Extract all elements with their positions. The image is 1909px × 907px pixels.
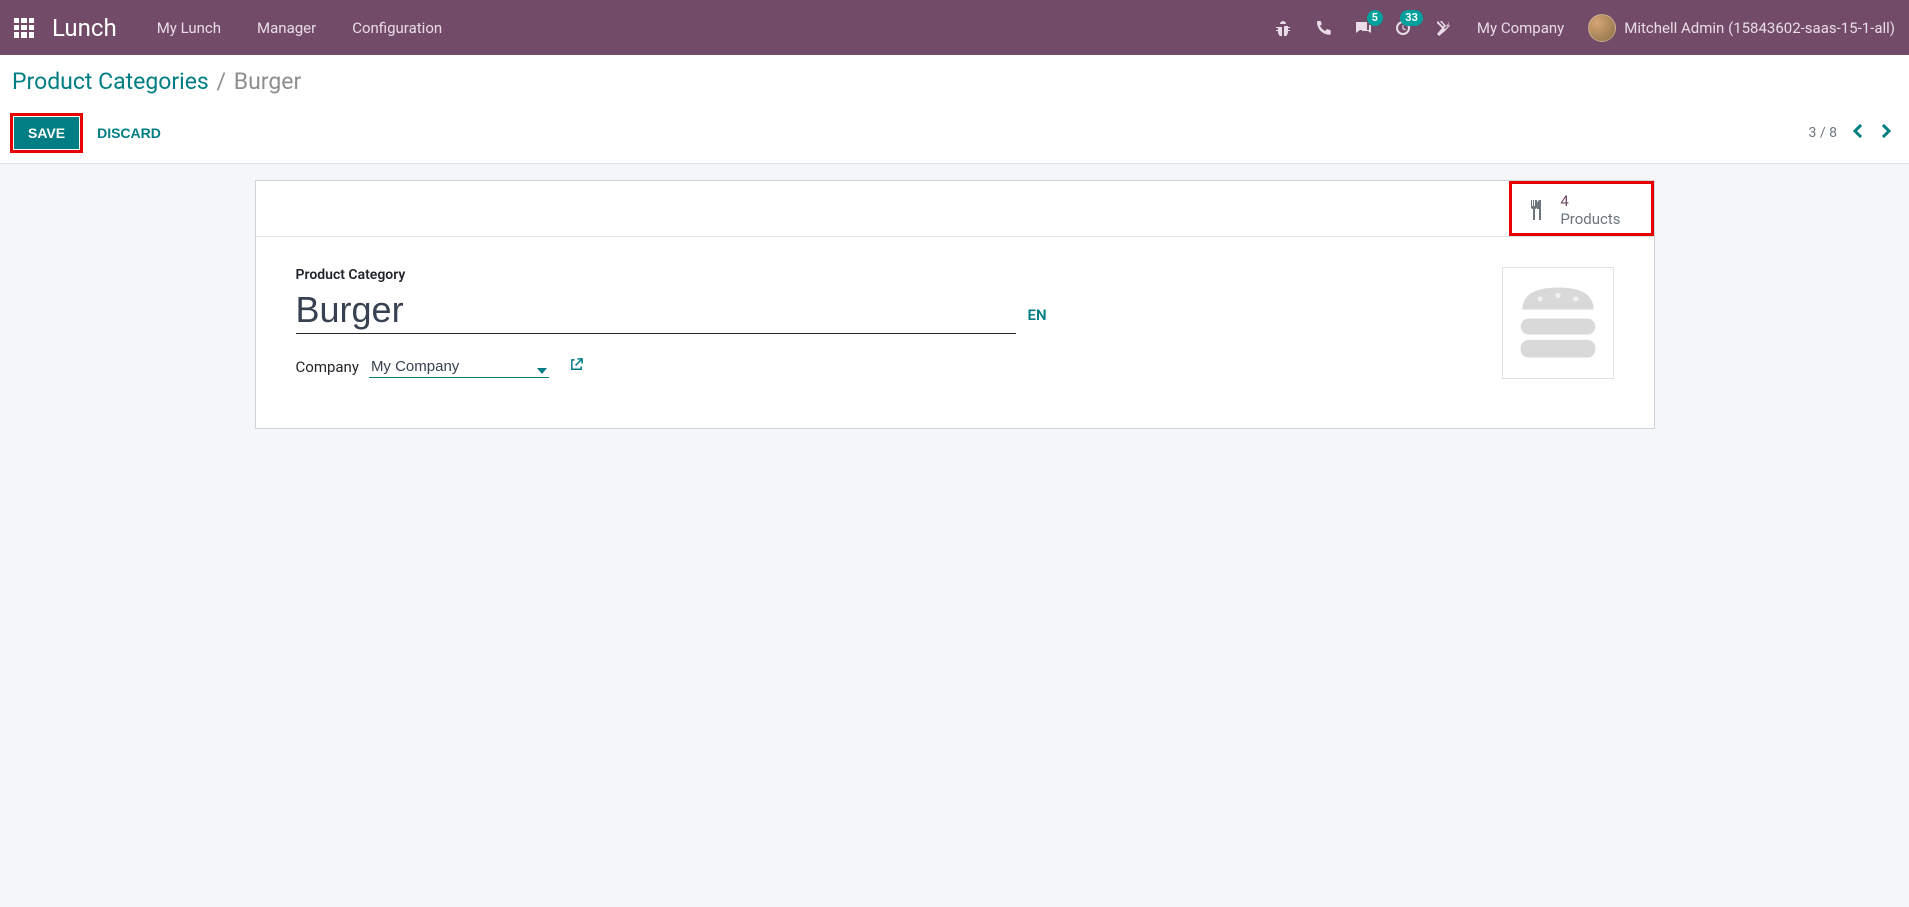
save-button[interactable]: SAVE	[14, 117, 79, 149]
button-box: 4 Products	[256, 181, 1654, 237]
phone-icon[interactable]	[1313, 18, 1333, 38]
pager-prev[interactable]	[1851, 124, 1865, 142]
app-brand[interactable]: Lunch	[52, 14, 117, 42]
control-panel: Product Categories / Burger SAVE DISCARD…	[0, 55, 1909, 164]
stat-label: Products	[1560, 210, 1620, 228]
pager-text: 3 / 8	[1809, 125, 1837, 141]
company-switcher[interactable]: My Company	[1477, 19, 1564, 37]
breadcrumb-current: Burger	[234, 68, 302, 95]
nav-my-lunch[interactable]: My Lunch	[157, 19, 221, 37]
company-input[interactable]	[369, 356, 549, 378]
activities-badge: 33	[1400, 10, 1423, 26]
avatar	[1588, 14, 1616, 42]
top-nav: Lunch My Lunch Manager Configuration 5 3…	[0, 0, 1909, 55]
breadcrumb-sep: /	[217, 68, 227, 95]
pager: 3 / 8	[1809, 124, 1893, 142]
discard-button[interactable]: DISCARD	[83, 117, 175, 149]
nav-menu: My Lunch Manager Configuration	[157, 19, 442, 37]
systray: 5 33	[1273, 18, 1453, 38]
highlight-save: SAVE	[10, 113, 83, 153]
pager-next[interactable]	[1879, 124, 1893, 142]
messaging-icon[interactable]: 5	[1353, 18, 1373, 38]
breadcrumb-parent[interactable]: Product Categories	[12, 68, 209, 95]
tools-icon[interactable]	[1433, 18, 1453, 38]
stat-text: 4 Products	[1560, 192, 1620, 228]
stat-count: 4	[1560, 192, 1620, 210]
category-image[interactable]	[1502, 267, 1614, 379]
breadcrumb: Product Categories / Burger	[12, 67, 1893, 97]
translate-button[interactable]: EN	[1028, 306, 1047, 334]
username: Mitchell Admin (15843602-saas-15-1-all)	[1624, 19, 1895, 37]
cutlery-icon	[1524, 198, 1548, 222]
nav-configuration[interactable]: Configuration	[352, 19, 442, 37]
title-label: Product Category	[296, 267, 1614, 283]
activities-icon[interactable]: 33	[1393, 18, 1413, 38]
form-sheet: 4 Products Product Category EN Company	[255, 180, 1655, 429]
company-label: Company	[296, 358, 359, 376]
messaging-badge: 5	[1367, 10, 1383, 26]
external-link-icon[interactable]	[569, 357, 584, 376]
burger-placeholder-icon	[1513, 283, 1603, 363]
products-stat-button[interactable]: 4 Products	[1512, 184, 1650, 236]
nav-manager[interactable]: Manager	[257, 19, 316, 37]
bug-icon[interactable]	[1273, 18, 1293, 38]
highlight-products: 4 Products	[1509, 181, 1653, 236]
category-name-input[interactable]	[296, 289, 1016, 334]
form-wrapper: 4 Products Product Category EN Company	[0, 164, 1909, 445]
user-menu[interactable]: Mitchell Admin (15843602-saas-15-1-all)	[1588, 14, 1895, 42]
apps-icon[interactable]	[14, 18, 34, 38]
